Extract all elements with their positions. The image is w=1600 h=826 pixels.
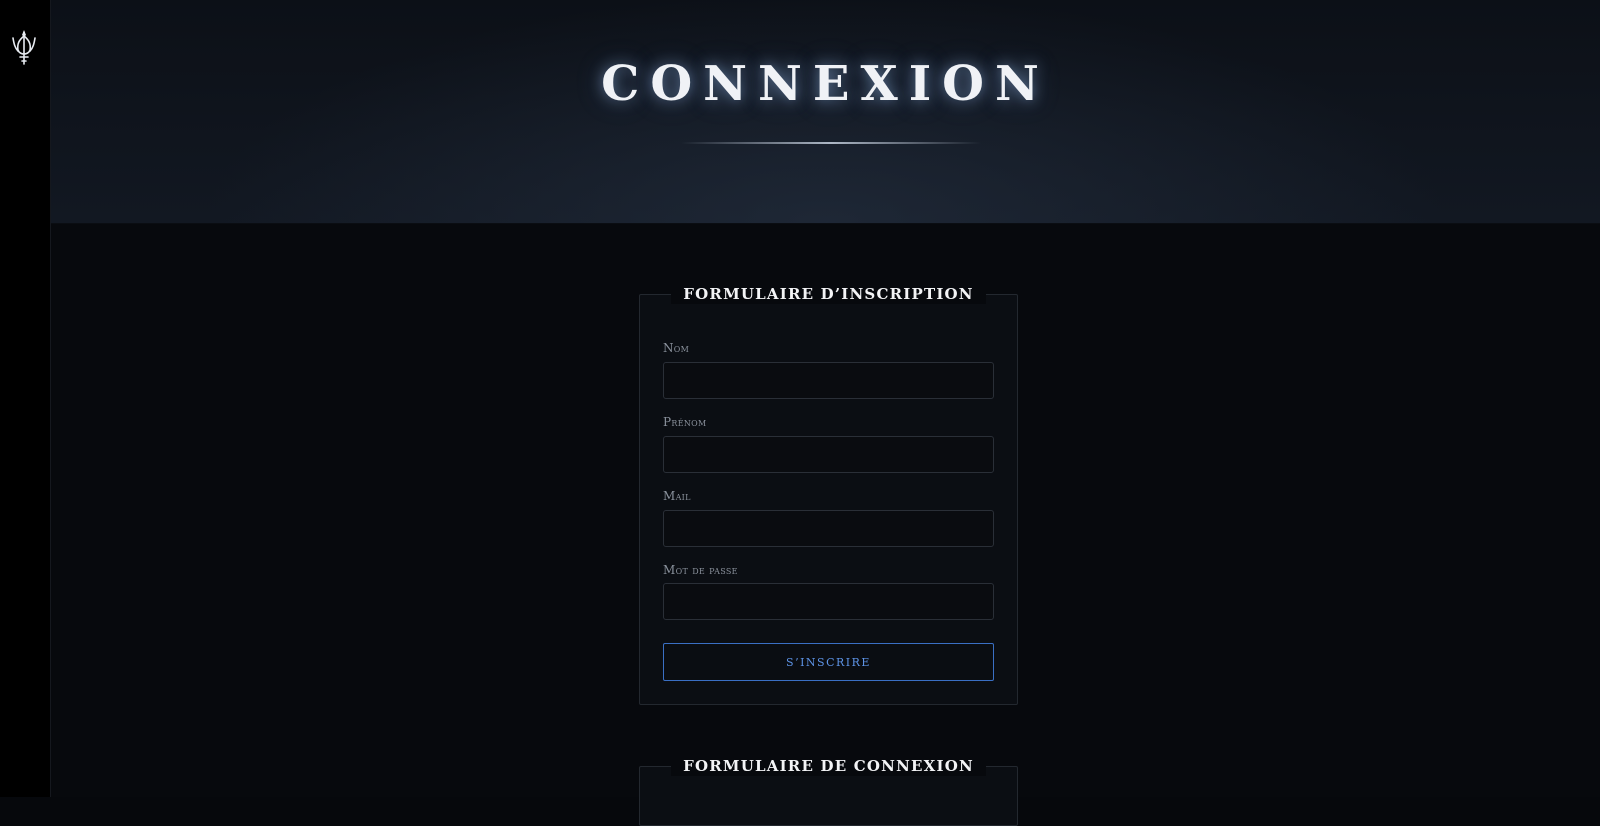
register-submit-button[interactable]: S’INSCRIRE xyxy=(663,643,994,681)
hero-banner: CONNEXION xyxy=(51,0,1600,224)
register-form-title: FORMULAIRE D’INSCRIPTION xyxy=(671,284,986,304)
register-form: FORMULAIRE D’INSCRIPTION Nom Prénom Mail… xyxy=(639,284,1018,705)
login-form-title-wrap: FORMULAIRE DE CONNEXION xyxy=(640,756,1017,776)
nom-input[interactable] xyxy=(663,362,994,399)
password-input[interactable] xyxy=(663,583,994,620)
nom-label: Nom xyxy=(663,341,690,355)
sidebar xyxy=(0,0,51,797)
page-title: CONNEXION xyxy=(601,56,1050,112)
title-divider xyxy=(681,142,981,144)
main-content: CONNEXION FORMULAIRE D’INSCRIPTION Nom P… xyxy=(51,0,1600,826)
password-label: Mot de passe xyxy=(663,563,738,577)
login-form: FORMULAIRE DE CONNEXION xyxy=(639,756,1018,826)
prenom-label: Prénom xyxy=(663,415,707,429)
mail-input[interactable] xyxy=(663,510,994,547)
login-form-title: FORMULAIRE DE CONNEXION xyxy=(671,756,986,776)
prenom-input[interactable] xyxy=(663,436,994,473)
register-form-title-wrap: FORMULAIRE D’INSCRIPTION xyxy=(640,284,1017,304)
trident-emblem-icon[interactable] xyxy=(9,28,39,68)
mail-label: Mail xyxy=(663,489,691,503)
